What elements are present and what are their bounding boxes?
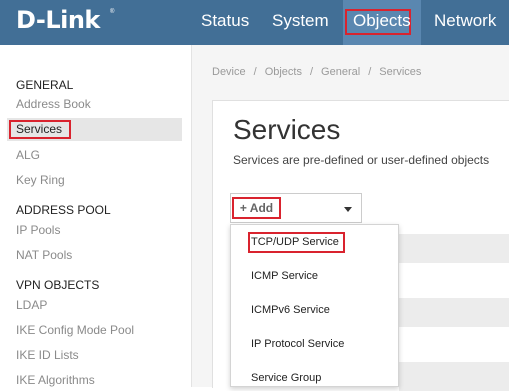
- sidebar-item-services[interactable]: Services: [16, 122, 62, 136]
- nav-network[interactable]: Network: [434, 0, 496, 45]
- nav-objects[interactable]: Objects: [343, 0, 421, 45]
- add-button-label: + Add: [232, 197, 281, 219]
- breadcrumb-separator: /: [253, 66, 257, 78]
- sidebar-item-ike-id-lists[interactable]: IKE ID Lists: [16, 348, 79, 362]
- breadcrumb-general[interactable]: General: [321, 66, 360, 78]
- sidebar: GENERAL Address Book Services ALG Key Ri…: [0, 45, 192, 387]
- sidebar-item-ip-pools[interactable]: IP Pools: [16, 223, 60, 237]
- nav-system[interactable]: System: [272, 0, 329, 45]
- sidebar-heading-vpn-objects: VPN OBJECTS: [16, 278, 100, 292]
- page-title: Services: [233, 114, 341, 145]
- nav-objects-label: Objects: [353, 11, 411, 30]
- sidebar-item-ldap[interactable]: LDAP: [16, 298, 47, 312]
- sidebar-item-key-ring[interactable]: Key Ring: [16, 173, 65, 187]
- menu-item-service-group[interactable]: Service Group: [251, 372, 321, 384]
- caret-down-icon: [344, 207, 352, 212]
- registered-mark: ®: [110, 9, 115, 15]
- menu-item-icmpv6-service[interactable]: ICMPv6 Service: [251, 304, 330, 316]
- sidebar-item-nat-pools[interactable]: NAT Pools: [16, 248, 72, 262]
- top-navigation-bar: D-Link ® Status System Objects Network: [0, 0, 509, 45]
- menu-item-icmp-service[interactable]: ICMP Service: [251, 270, 318, 282]
- menu-item-ip-protocol-service[interactable]: IP Protocol Service: [251, 338, 344, 350]
- breadcrumb-separator: /: [309, 66, 314, 78]
- sidebar-item-address-book[interactable]: Address Book: [16, 97, 91, 111]
- breadcrumb-separator: /: [368, 66, 372, 78]
- breadcrumb-services: Services: [379, 66, 422, 78]
- breadcrumb-objects[interactable]: Objects: [265, 66, 302, 78]
- table-row: [399, 298, 509, 327]
- sidebar-item-ike-algorithms[interactable]: IKE Algorithms: [16, 373, 95, 387]
- breadcrumb-device[interactable]: Device: [212, 66, 246, 78]
- sidebar-item-alg[interactable]: ALG: [16, 148, 40, 162]
- breadcrumb: Device / Objects / General / Services: [212, 66, 421, 78]
- dlink-logo: D-Link: [16, 6, 100, 34]
- sidebar-item-ike-config-mode-pool[interactable]: IKE Config Mode Pool: [16, 323, 134, 337]
- menu-item-tcp-udp-service[interactable]: TCP/UDP Service: [251, 236, 339, 248]
- sidebar-heading-address-pool: ADDRESS POOL: [16, 203, 111, 217]
- page-description: Services are pre-defined or user-defined…: [233, 153, 490, 167]
- sidebar-heading-general: GENERAL: [16, 78, 74, 92]
- table-row: [399, 234, 509, 263]
- add-dropdown-menu: TCP/UDP Service ICMP Service ICMPv6 Serv…: [230, 224, 399, 387]
- add-dropdown-button[interactable]: + Add: [230, 193, 362, 223]
- nav-status[interactable]: Status: [201, 0, 249, 45]
